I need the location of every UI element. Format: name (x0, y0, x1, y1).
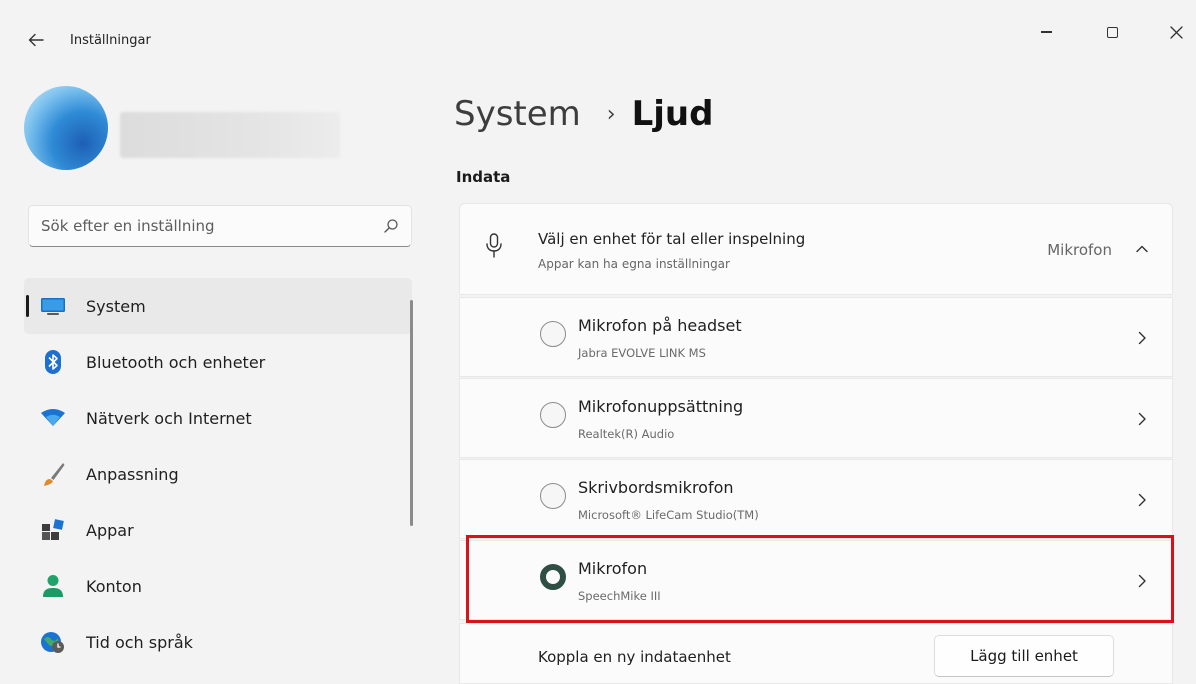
add-device-button[interactable]: Lägg till enhet (934, 635, 1114, 677)
globe-clock-icon (38, 627, 68, 657)
device-radio-selected[interactable] (540, 564, 566, 590)
device-name: Mikrofon på headset (578, 316, 742, 335)
breadcrumb: System › Ljud (454, 90, 713, 138)
device-name: Mikrofon (578, 559, 648, 578)
input-selector-title: Välj en enhet för tal eller inspelning (538, 230, 806, 248)
account-icon (38, 571, 68, 601)
sidebar-item-network[interactable]: Nätverk och Internet (24, 390, 412, 446)
device-radio[interactable] (540, 321, 566, 347)
app-title: Inställningar (70, 33, 151, 48)
sidebar-item-accounts[interactable]: Konton (24, 558, 412, 614)
device-radio[interactable] (540, 402, 566, 428)
chevron-right-icon[interactable] (1136, 492, 1148, 508)
apps-icon (38, 515, 68, 545)
sidebar-item-label: Appar (86, 520, 134, 540)
input-device-selector[interactable]: Välj en enhet för tal eller inspelning A… (459, 203, 1173, 295)
device-name: Mikrofonuppsättning (578, 397, 744, 416)
sidebar-item-label: Anpassning (86, 464, 179, 484)
breadcrumb-parent[interactable]: System (454, 94, 581, 134)
bluetooth-icon (38, 347, 68, 377)
chevron-right-icon[interactable] (1136, 330, 1148, 346)
chevron-right-icon[interactable] (1136, 411, 1148, 427)
chevron-up-icon[interactable] (1134, 241, 1150, 257)
device-row[interactable]: Skrivbordsmikrofon Microsoft® LifeCam St… (459, 459, 1173, 539)
sidebar-item-system[interactable]: System (24, 278, 412, 334)
device-row[interactable]: Mikrofonuppsättning Realtek(R) Audio (459, 378, 1173, 458)
device-subtitle: SpeechMike III (578, 589, 661, 603)
user-name-blurred (120, 112, 340, 158)
close-icon (1169, 25, 1183, 39)
user-avatar[interactable] (24, 86, 108, 170)
settings-search-box[interactable] (28, 205, 412, 247)
section-title: Indata (456, 168, 511, 186)
breadcrumb-separator: › (606, 101, 616, 127)
active-indicator (26, 295, 29, 317)
back-arrow-icon (28, 33, 44, 47)
sidebar-item-label: Bluetooth och enheter (86, 352, 266, 372)
sidebar-item-label: Konton (86, 576, 142, 596)
minimize-icon (1040, 31, 1052, 33)
close-button[interactable] (1156, 16, 1196, 48)
input-selector-subtitle: Appar kan ha egna inställningar (538, 257, 730, 271)
sidebar-nav: System Bluetooth och enheter Nätverk och… (24, 278, 412, 670)
device-subtitle: Jabra EVOLVE LINK MS (578, 346, 706, 360)
search-input[interactable] (41, 217, 383, 235)
system-icon (38, 291, 68, 321)
sidebar-item-bluetooth[interactable]: Bluetooth och enheter (24, 334, 412, 390)
device-subtitle: Microsoft® LifeCam Studio(TM) (578, 508, 759, 522)
sidebar-item-time-language[interactable]: Tid och språk (24, 614, 412, 670)
device-row-selected[interactable]: Mikrofon SpeechMike III (459, 540, 1173, 620)
selected-device-value: Mikrofon (1047, 241, 1112, 259)
sidebar-item-personalization[interactable]: Anpassning (24, 446, 412, 502)
chevron-right-icon[interactable] (1136, 573, 1148, 589)
maximize-icon (1106, 26, 1118, 38)
sidebar-item-label: Nätverk och Internet (86, 408, 252, 428)
back-button[interactable] (24, 28, 48, 52)
minimize-button[interactable] (1026, 16, 1066, 48)
wifi-icon (38, 403, 68, 433)
maximize-button[interactable] (1092, 16, 1132, 48)
device-subtitle: Realtek(R) Audio (578, 427, 675, 441)
sidebar-scrollbar[interactable] (410, 300, 413, 526)
microphone-icon (486, 233, 502, 258)
page-title: Ljud (631, 94, 714, 134)
add-device-label: Koppla en ny indataenhet (538, 648, 731, 666)
sidebar-item-label: System (86, 296, 146, 316)
device-name: Skrivbordsmikrofon (578, 478, 734, 497)
add-input-device-row: Koppla en ny indataenhet Lägg till enhet (459, 623, 1173, 684)
device-radio[interactable] (540, 483, 566, 509)
brush-icon (38, 459, 68, 489)
sidebar-item-label: Tid och språk (86, 632, 193, 652)
search-icon[interactable] (383, 218, 399, 234)
sidebar-item-apps[interactable]: Appar (24, 502, 412, 558)
title-bar: Inställningar (0, 0, 1196, 80)
device-row[interactable]: Mikrofon på headset Jabra EVOLVE LINK MS (459, 297, 1173, 377)
